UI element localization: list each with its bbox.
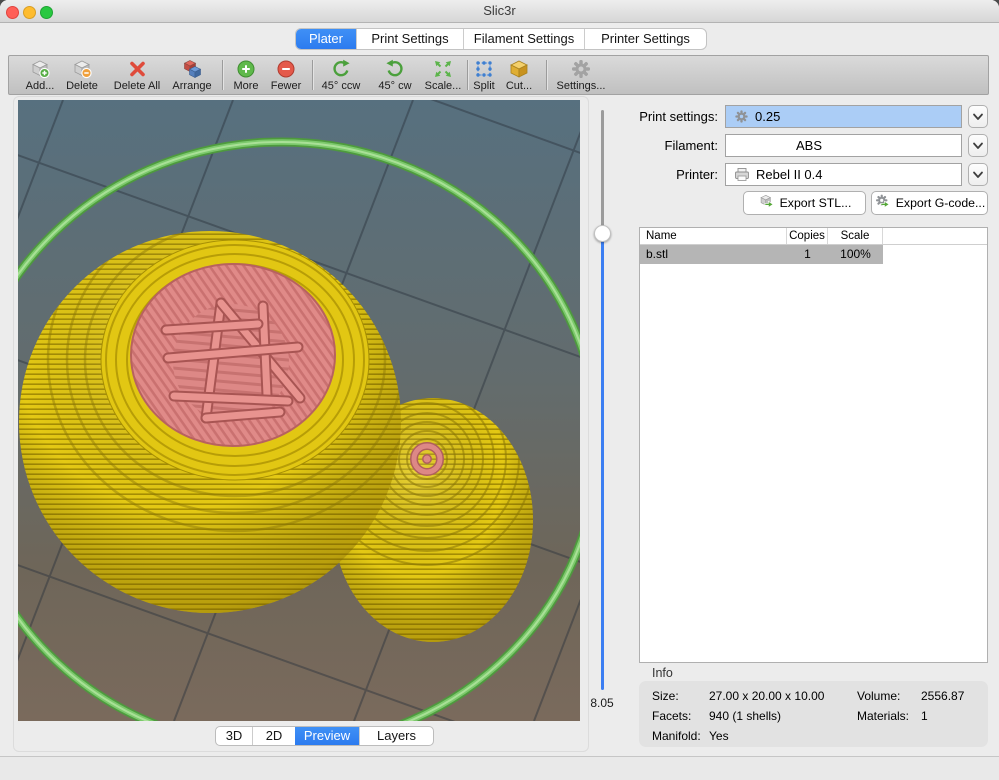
window-title: Slic3r (0, 0, 999, 22)
toolbar-button-delete[interactable]: Delete (54, 58, 110, 94)
delete-box-icon (54, 58, 110, 80)
chevron-down-icon (972, 137, 984, 155)
gcode-preview-scene (18, 100, 580, 721)
column-header-copies[interactable]: Copies (787, 228, 828, 244)
chevron-down-icon (972, 166, 984, 184)
status-bar (0, 757, 999, 780)
gear-icon (734, 109, 749, 124)
tab-print-settings[interactable]: Print Settings (356, 29, 463, 49)
view-mode-switch: 3D 2D Preview Layers (215, 726, 434, 746)
view-mode-3d[interactable]: 3D (216, 727, 252, 745)
object-name-cell: b.stl (640, 245, 787, 264)
toolbar-separator (546, 60, 547, 90)
layer-slider-thumb[interactable] (594, 225, 611, 242)
info-materials-value: 1 (921, 709, 988, 729)
print-settings-combo[interactable]: 0.25 (725, 105, 962, 128)
plater-toolbar: Add... Delete Delete All Arrange More (8, 55, 989, 95)
print-settings-label: Print settings: (620, 105, 718, 128)
toolbar-button-label: Delete (54, 80, 110, 92)
object-scale-cell: 100% (828, 245, 883, 264)
filament-combo[interactable]: ABS (725, 134, 962, 157)
object-list-header: Name Copies Scale (640, 228, 987, 245)
filament-value: ABS (796, 138, 822, 153)
info-materials-label: Materials: (857, 709, 921, 729)
main-tab-bar: Plater Print Settings Filament Settings … (295, 28, 707, 50)
filament-dropdown-button[interactable] (968, 134, 988, 157)
print-settings-dropdown-button[interactable] (968, 105, 988, 128)
chevron-down-icon (972, 108, 984, 126)
layer-height-value: 8.05 (578, 696, 626, 710)
toolbar-button-rotate-ccw[interactable]: 45° ccw (313, 58, 369, 94)
printer-icon (734, 167, 750, 182)
layer-slider-track-lower[interactable] (601, 234, 604, 690)
export-gcode-icon (874, 193, 891, 213)
table-row[interactable]: b.stl 1 100% (640, 245, 987, 264)
info-manifold-label: Manifold: (652, 729, 709, 749)
printer-dropdown-button[interactable] (968, 163, 988, 186)
view-mode-layers[interactable]: Layers (359, 727, 433, 745)
info-volume-value: 2556.87 (921, 689, 988, 709)
toolbar-button-settings[interactable]: Settings... (551, 58, 611, 94)
minimize-button[interactable] (23, 6, 36, 19)
printer-value: Rebel II 0.4 (756, 167, 823, 182)
layer-slider-track-upper[interactable] (601, 110, 604, 234)
info-size-label: Size: (652, 689, 709, 709)
column-header-name[interactable]: Name (640, 228, 787, 244)
row-filler (883, 245, 987, 264)
settings-gear-icon (551, 58, 611, 80)
close-button[interactable] (6, 6, 19, 19)
toolbar-button-label: 45° ccw (313, 80, 369, 92)
tab-printer-settings[interactable]: Printer Settings (584, 29, 706, 49)
cut-box-icon (491, 58, 547, 80)
export-gcode-button[interactable]: Export G-code... (871, 191, 988, 215)
tab-filament-settings[interactable]: Filament Settings (463, 29, 584, 49)
rotate-ccw-icon (313, 58, 369, 80)
print-settings-value: 0.25 (755, 109, 780, 124)
toolbar-button-label: Settings... (551, 80, 611, 92)
export-stl-button[interactable]: Export STL... (743, 191, 866, 215)
info-facets-value: 940 (1 shells) (709, 709, 857, 729)
toolbar-button-cut[interactable]: Cut... (491, 58, 547, 94)
printer-combo[interactable]: Rebel II 0.4 (725, 163, 962, 186)
export-gcode-label: Export G-code... (896, 196, 986, 210)
title-bar: Slic3r (0, 0, 999, 23)
view-mode-2d[interactable]: 2D (252, 727, 295, 745)
toolbar-button-label: Arrange (164, 80, 220, 92)
printer-label: Printer: (620, 163, 718, 186)
info-facets-label: Facets: (652, 709, 709, 729)
zoom-button[interactable] (40, 6, 53, 19)
fewer-copies-icon (258, 58, 314, 80)
column-header-scale[interactable]: Scale (828, 228, 883, 244)
info-size-value: 27.00 x 20.00 x 10.00 (709, 689, 857, 709)
toolbar-button-fewer[interactable]: Fewer (258, 58, 314, 94)
toolbar-button-delete-all[interactable]: Delete All (107, 58, 167, 94)
slic3r-window: Slic3r Plater Print Settings Filament Se… (0, 0, 999, 780)
toolbar-button-label: Delete All (107, 80, 167, 92)
column-header-filler (883, 228, 987, 244)
info-section-title: Info (652, 666, 673, 680)
object-copies-cell: 1 (787, 245, 828, 264)
delete-all-x-icon (107, 58, 167, 80)
toolbar-button-label: Cut... (491, 80, 547, 92)
toolbar-button-label: Fewer (258, 80, 314, 92)
export-stl-icon (758, 193, 775, 213)
info-box: Size: 27.00 x 20.00 x 10.00 Volume: 2556… (639, 681, 988, 747)
filament-label: Filament: (620, 134, 718, 157)
3d-preview-canvas[interactable] (18, 100, 580, 721)
export-stl-label: Export STL... (780, 196, 852, 210)
arrange-boxes-icon (164, 58, 220, 80)
view-mode-preview[interactable]: Preview (295, 727, 359, 745)
info-volume-label: Volume: (857, 689, 921, 709)
object-list[interactable]: Name Copies Scale b.stl 1 100% (639, 227, 988, 663)
tab-plater[interactable]: Plater (296, 29, 356, 49)
toolbar-button-arrange[interactable]: Arrange (164, 58, 220, 94)
info-manifold-value: Yes (709, 729, 857, 749)
